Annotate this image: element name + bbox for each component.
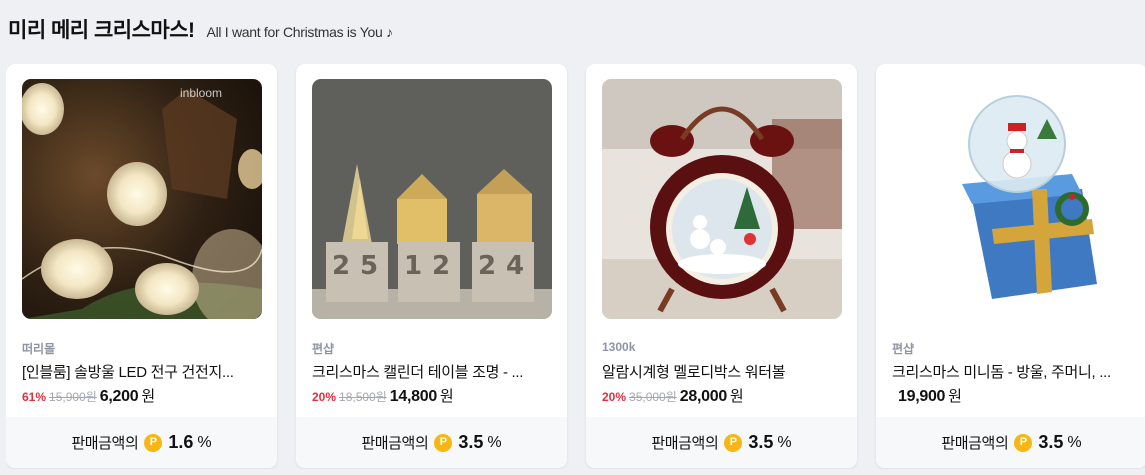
product-image[interactable] <box>892 79 1132 319</box>
discount-rate: 20% <box>602 390 627 404</box>
reward-rate: 3.5 <box>458 432 484 452</box>
price-row: 20% 18,500원 14,800 원 <box>312 385 454 406</box>
calendar-digit: 2 <box>478 251 496 281</box>
reward-label: 판매금액의 <box>71 435 139 452</box>
calendar-digit: 1 <box>404 251 422 281</box>
product-card[interactable]: inbloom 떠리몰 [인블룸] 솔방울 LED 전구 건전지... 61% … <box>6 64 277 468</box>
seller-name: 편샵 <box>892 342 915 356</box>
reward-unit: % <box>197 433 212 451</box>
product-carousel: inbloom 떠리몰 [인블룸] 솔방울 LED 전구 건전지... 61% … <box>6 64 1145 469</box>
sale-price: 28,000 <box>679 388 727 405</box>
seller-name: 떠리몰 <box>22 342 56 356</box>
product-name[interactable]: [인블룸] 솔방울 LED 전구 건전지... <box>22 361 264 382</box>
calendar-digit: 2 <box>432 251 450 281</box>
discount-rate: 20% <box>312 390 337 404</box>
product-image[interactable]: 2 5 1 2 2 4 <box>312 79 552 319</box>
product-name[interactable]: 알람시계형 멜로디박스 워터볼 <box>602 361 844 382</box>
reward-unit: % <box>777 433 792 451</box>
original-price: 15,900원 <box>49 390 97 404</box>
sale-price: 6,200 <box>99 388 139 405</box>
point-coin-icon: P <box>1014 433 1033 452</box>
calendar-digit: 4 <box>506 251 524 281</box>
currency-unit: 원 <box>729 388 744 405</box>
reward-rate: 1.6 <box>168 432 194 452</box>
product-card[interactable]: 편샵 크리스마스 미니돔 - 방울, 주머니, ... 19,900 원 판매금액… <box>876 64 1145 468</box>
product-card[interactable]: 2 5 1 2 2 4 편샵 크리스마스 캘린더 테이블 조명 - ... 20… <box>296 64 567 468</box>
point-coin-icon: P <box>144 433 163 452</box>
product-name[interactable]: 크리스마스 캘린더 테이블 조명 - ... <box>312 361 554 382</box>
reward-label: 판매금액의 <box>651 435 719 452</box>
watermark-text: inbloom <box>180 86 222 100</box>
price-row: 19,900 원 <box>892 385 962 406</box>
reward-info: 판매금액의 P 3.5% <box>876 417 1145 468</box>
original-price: 18,500원 <box>339 390 387 404</box>
reward-info: 판매금액의 P 3.5% <box>586 417 857 468</box>
reward-rate: 3.5 <box>1038 432 1064 452</box>
sale-price: 14,800 <box>389 388 437 405</box>
reward-label: 판매금액의 <box>941 435 1009 452</box>
product-image[interactable] <box>602 79 842 319</box>
discount-rate: 61% <box>22 390 47 404</box>
price-row: 61% 15,900원 6,200 원 <box>22 385 155 406</box>
currency-unit: 원 <box>439 388 454 405</box>
currency-unit: 원 <box>948 388 962 405</box>
section-title: 미리 메리 크리스마스! <box>8 19 195 42</box>
currency-unit: 원 <box>141 388 156 405</box>
sale-price: 19,900 <box>898 388 946 405</box>
snowman-mini-dome-image <box>892 79 1132 319</box>
reward-info: 판매금액의 P 3.5% <box>296 417 567 468</box>
pinecone-lights-image: inbloom <box>22 79 262 319</box>
reward-label: 판매금액의 <box>361 435 429 452</box>
reward-unit: % <box>1067 433 1082 451</box>
seller-name: 1300k <box>602 340 636 354</box>
calendar-digit: 2 <box>332 251 350 281</box>
product-name[interactable]: 크리스마스 미니돔 - 방울, 주머니, ... <box>892 361 1134 382</box>
seller-name: 편샵 <box>312 342 335 356</box>
christmas-calendar-lamp-image: 2 5 1 2 2 4 <box>312 79 552 319</box>
original-price: 35,000원 <box>629 390 677 404</box>
section-header: 미리 메리 크리스마스! All I want for Christmas is… <box>8 14 393 44</box>
point-coin-icon: P <box>434 433 453 452</box>
product-card[interactable]: 1300k 알람시계형 멜로디박스 워터볼 20% 35,000원 28,000… <box>586 64 857 468</box>
point-coin-icon: P <box>724 433 743 452</box>
price-row: 20% 35,000원 28,000 원 <box>602 385 744 406</box>
reward-info: 판매금액의 P 1.6% <box>6 417 277 468</box>
product-image[interactable]: inbloom <box>22 79 262 319</box>
alarm-clock-waterball-image <box>602 79 842 319</box>
calendar-digit: 5 <box>360 251 378 281</box>
reward-unit: % <box>487 433 502 451</box>
reward-rate: 3.5 <box>748 432 774 452</box>
section-subtitle: All I want for Christmas is You ♪ <box>206 24 393 40</box>
